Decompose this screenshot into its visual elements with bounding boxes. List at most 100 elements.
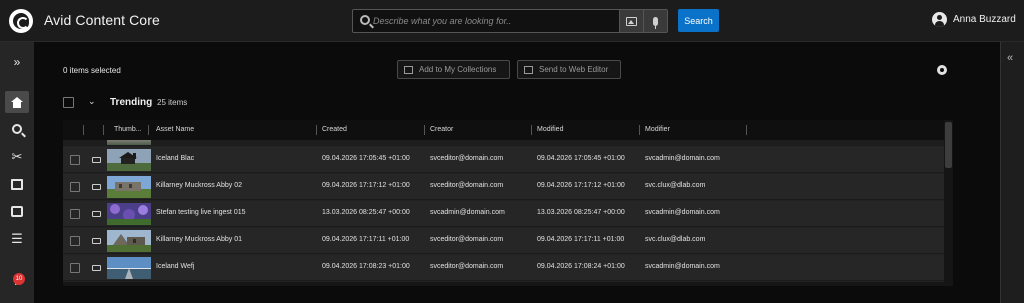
- modified-date: 09.04.2026 17:17:12 +01:00: [537, 182, 625, 189]
- search-icon: [12, 124, 22, 134]
- modified-date: 09.04.2026 17:17:11 +01:00: [537, 236, 625, 243]
- horizontal-scrollbar[interactable]: [63, 282, 953, 286]
- right-panel-rail: «: [1000, 42, 1024, 303]
- card-icon: [92, 184, 101, 190]
- tools-icon: ✂: [11, 148, 23, 164]
- modifier: svcadmin@domain.com: [645, 155, 720, 162]
- modifier: svc.clux@dlab.com: [645, 236, 706, 243]
- nav-search[interactable]: [5, 118, 29, 140]
- modifier: svcadmin@domain.com: [645, 209, 720, 216]
- microphone-icon: [653, 16, 658, 29]
- row-checkbox[interactable]: [70, 155, 80, 165]
- search-input[interactable]: [373, 10, 619, 32]
- asset-name[interactable]: Stefan testing live ingest 015: [156, 209, 246, 216]
- row-checkbox[interactable]: [70, 263, 80, 273]
- asset-name[interactable]: Killarney Muckross Abby 02: [156, 182, 242, 189]
- column-header-thumbnail[interactable]: Thumb...: [114, 125, 142, 135]
- send-to-web-editor-button[interactable]: Send to Web Editor: [517, 60, 621, 79]
- scrollbar-thumb[interactable]: [945, 122, 952, 168]
- thumbnail: [107, 149, 151, 171]
- modifier: svcadmin@domain.com: [645, 263, 720, 270]
- collections-icon: [11, 178, 23, 190]
- column-header-modified[interactable]: Modified: [537, 125, 563, 135]
- row-checkbox[interactable]: [70, 209, 80, 219]
- creator: svceditor@domain.com: [430, 236, 504, 243]
- nav-comments[interactable]: [5, 200, 29, 222]
- column-separator[interactable]: [103, 125, 104, 135]
- table-row[interactable]: Iceland Wefj 09.04.2026 17:08:23 +01:00 …: [63, 255, 944, 281]
- created-date: 09.04.2026 17:17:12 +01:00: [322, 182, 410, 189]
- left-nav: » ✂ ☰ ♪ 10: [0, 42, 34, 303]
- gear-icon[interactable]: [937, 65, 947, 75]
- creator: svceditor@domain.com: [430, 182, 504, 189]
- column-separator[interactable]: [316, 125, 317, 135]
- card-icon: [92, 211, 101, 217]
- web-editor-icon: [524, 65, 533, 74]
- asset-name[interactable]: Killarney Muckross Abby 01: [156, 236, 242, 243]
- home-icon: [11, 96, 23, 108]
- table-row[interactable]: Killarney Muckross Abby 01 09.04.2026 17…: [63, 228, 944, 254]
- image-icon: [626, 16, 637, 26]
- created-date: 09.04.2026 17:05:45 +01:00: [322, 155, 410, 162]
- vertical-scrollbar[interactable]: [944, 120, 953, 282]
- section-title: Trending: [110, 97, 153, 108]
- image-search-button[interactable]: [619, 10, 643, 32]
- table-row[interactable]: Stefan testing live ingest 015 13.03.202…: [63, 201, 944, 227]
- column-header-created[interactable]: Created: [322, 125, 347, 135]
- nav-home[interactable]: [5, 91, 29, 113]
- collection-icon: [404, 65, 413, 74]
- modified-date: 09.04.2026 17:08:24 +01:00: [537, 263, 625, 270]
- add-to-collections-label: Add to My Collections: [419, 65, 497, 74]
- add-to-collections-button[interactable]: Add to My Collections: [397, 60, 510, 79]
- avatar-icon: [932, 12, 947, 27]
- column-separator[interactable]: [424, 125, 425, 135]
- row-checkbox[interactable]: [70, 236, 80, 246]
- voice-search-button[interactable]: [643, 10, 667, 32]
- nav-list[interactable]: ☰: [5, 227, 29, 249]
- column-header-creator[interactable]: Creator: [430, 125, 453, 135]
- user-name: Anna Buzzard: [953, 14, 1016, 25]
- user-menu[interactable]: Anna Buzzard: [932, 12, 1016, 27]
- column-separator[interactable]: [639, 125, 640, 135]
- creator: svcadmin@domain.com: [430, 209, 505, 216]
- nav-tools[interactable]: ✂: [5, 145, 29, 167]
- search-button[interactable]: Search: [678, 9, 719, 32]
- creator: svceditor@domain.com: [430, 155, 504, 162]
- search-box: [352, 9, 668, 33]
- table-row-partial: [63, 140, 944, 146]
- nav-collections[interactable]: [5, 173, 29, 195]
- collapse-left-icon[interactable]: «: [1007, 52, 1013, 64]
- app-logo-icon[interactable]: [9, 9, 33, 33]
- selection-count: 0 items selected: [63, 66, 121, 75]
- select-all-checkbox[interactable]: [63, 97, 74, 108]
- column-separator[interactable]: [83, 125, 84, 135]
- asset-name[interactable]: Iceland Blac: [156, 155, 194, 162]
- expand-icon: »: [13, 55, 21, 69]
- table-row[interactable]: Iceland Blac 09.04.2026 17:05:45 +01:00 …: [63, 147, 944, 173]
- app-title: Avid Content Core: [44, 12, 160, 28]
- table-header: Thumb... Asset Name Created Creator Modi…: [63, 120, 944, 140]
- modified-date: 13.03.2026 08:25:47 +00:00: [537, 209, 625, 216]
- creator: svceditor@domain.com: [430, 263, 504, 270]
- row-checkbox[interactable]: [70, 182, 80, 192]
- table-row[interactable]: Killarney Muckross Abby 02 09.04.2026 17…: [63, 174, 944, 200]
- thumbnail: [107, 257, 151, 279]
- send-to-web-editor-label: Send to Web Editor: [539, 65, 609, 74]
- thumbnail: [107, 230, 151, 252]
- column-separator[interactable]: [148, 125, 149, 135]
- nav-expand-button[interactable]: »: [5, 51, 29, 73]
- notification-badge: 10: [13, 273, 25, 285]
- section-count: 25 items: [157, 98, 188, 107]
- created-date: 13.03.2026 08:25:47 +00:00: [322, 209, 410, 216]
- thumbnail: [107, 140, 151, 145]
- card-icon: [92, 265, 101, 271]
- asset-table: Thumb... Asset Name Created Creator Modi…: [63, 120, 944, 282]
- modifier: svc.clux@dlab.com: [645, 182, 706, 189]
- chevron-down-icon[interactable]: ⌄: [88, 96, 96, 107]
- column-separator[interactable]: [746, 125, 747, 135]
- column-separator[interactable]: [531, 125, 532, 135]
- list-icon: ☰: [11, 230, 23, 246]
- column-header-asset-name[interactable]: Asset Name: [156, 125, 194, 135]
- asset-name[interactable]: Iceland Wefj: [156, 263, 194, 270]
- column-header-modifier[interactable]: Modifier: [645, 125, 670, 135]
